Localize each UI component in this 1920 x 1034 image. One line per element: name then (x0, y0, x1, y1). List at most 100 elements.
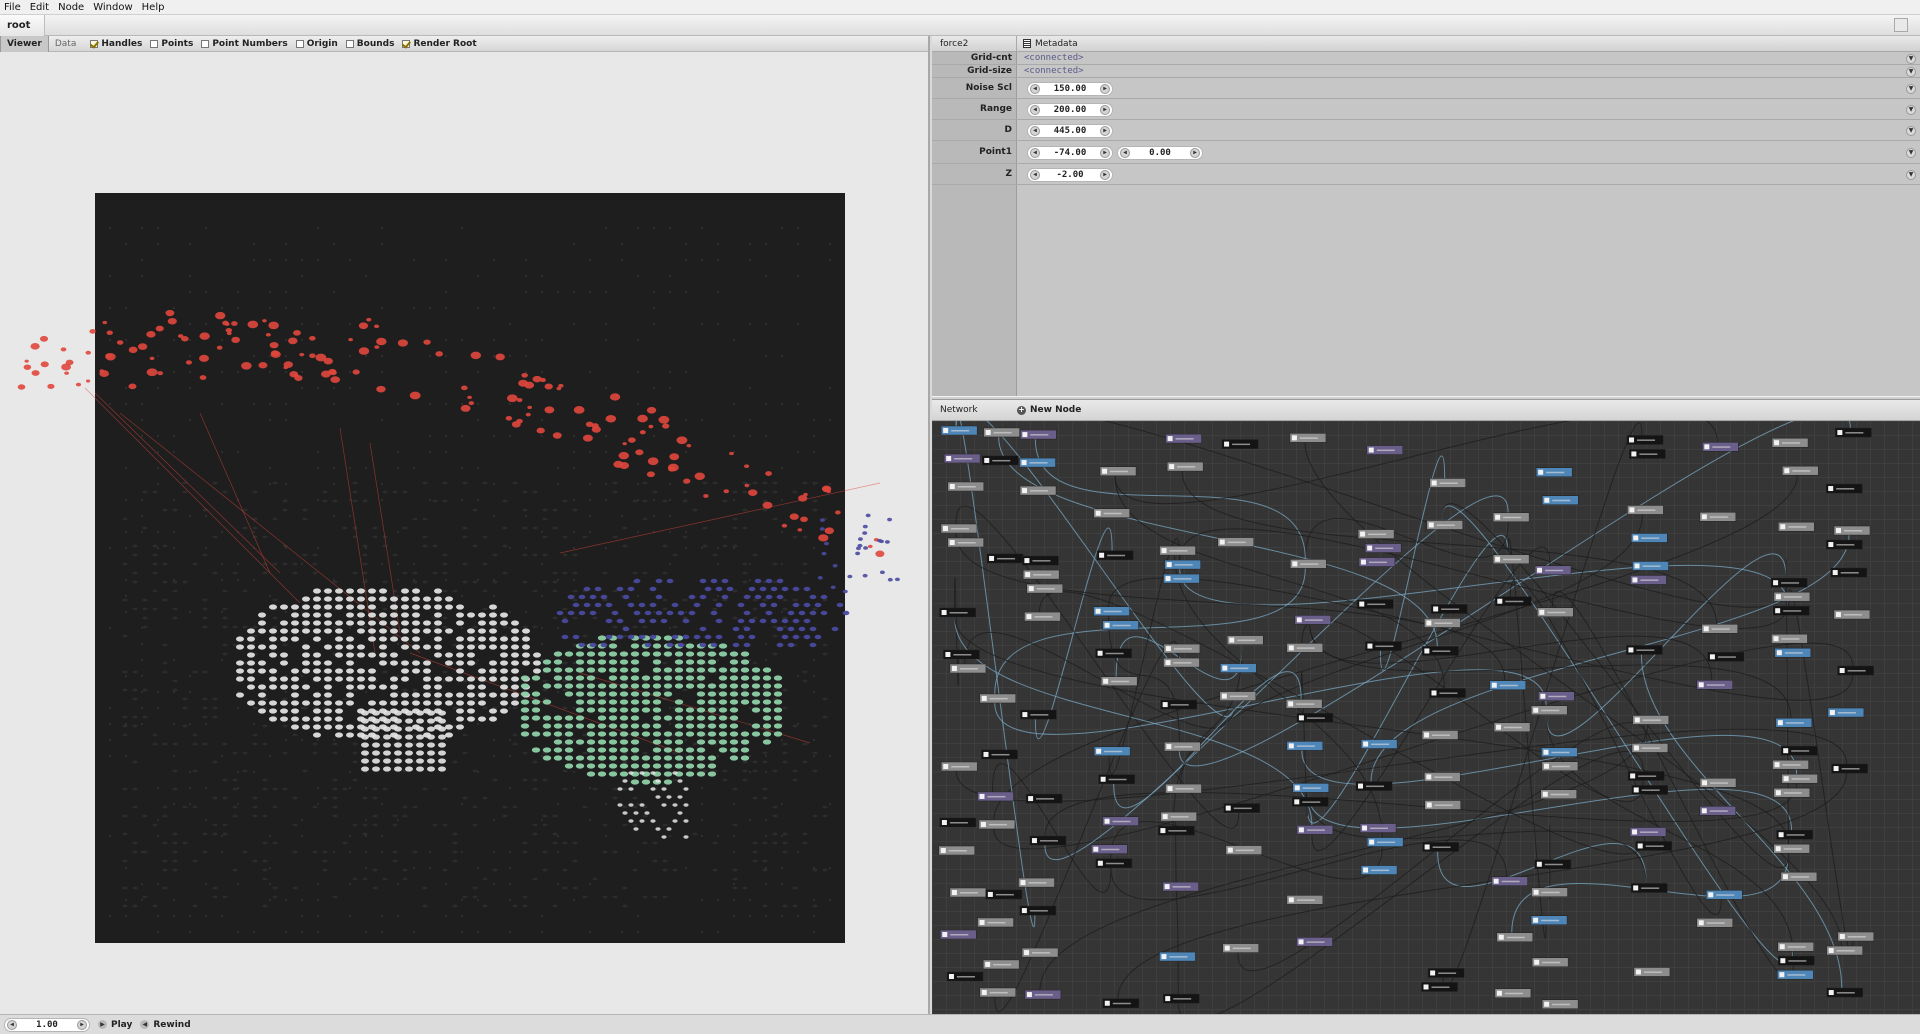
address-bar-options-icon[interactable] (1894, 18, 1908, 32)
param-value-spinner[interactable]: ◀ -2.00 ▶ (1027, 167, 1113, 182)
network-node[interactable] (1424, 800, 1461, 810)
decrement-icon[interactable]: ◀ (1030, 169, 1040, 180)
menu-node[interactable]: Node (54, 2, 89, 13)
network-node[interactable] (1095, 648, 1132, 658)
decrement-icon[interactable]: ◀ (1030, 147, 1040, 158)
network-node[interactable] (1630, 883, 1668, 893)
toggle-points[interactable]: Points (150, 39, 193, 49)
network-node[interactable] (985, 889, 1023, 900)
network-node[interactable] (1626, 435, 1664, 445)
network-node[interactable] (1360, 865, 1398, 875)
network-node[interactable] (1493, 722, 1531, 732)
network-node[interactable] (1292, 797, 1329, 807)
network-node[interactable] (1631, 785, 1668, 795)
network-node[interactable] (1358, 557, 1396, 567)
network-node[interactable] (1530, 915, 1568, 925)
network-node[interactable] (1541, 747, 1578, 757)
network-node[interactable] (1772, 759, 1809, 770)
expand-chevron-icon[interactable]: ▼ (1906, 104, 1916, 115)
increment-icon[interactable]: ▶ (1100, 169, 1110, 180)
toggle-handles[interactable]: Handles (90, 39, 142, 49)
network-node[interactable] (938, 845, 976, 856)
network-node[interactable] (1165, 433, 1202, 444)
network-node[interactable] (1296, 825, 1334, 835)
network-node[interactable] (1706, 890, 1743, 900)
network-node[interactable] (1100, 676, 1138, 686)
network-node[interactable] (947, 537, 984, 548)
network-node[interactable] (1699, 512, 1737, 522)
network-node[interactable] (1227, 635, 1264, 645)
param-value[interactable]: -2.00 (1040, 170, 1100, 180)
increment-icon[interactable]: ▶ (1100, 104, 1110, 115)
network-node[interactable] (946, 971, 984, 982)
network-node[interactable] (1542, 495, 1579, 505)
tab-viewer[interactable]: Viewer (0, 35, 49, 52)
network-nodes[interactable] (938, 425, 1875, 1009)
network-node[interactable] (1286, 643, 1324, 653)
frame-increment-icon[interactable]: ▶ (77, 1019, 87, 1030)
decrement-icon[interactable]: ◀ (1030, 104, 1040, 115)
network-node[interactable] (1292, 783, 1330, 793)
network-node[interactable] (1777, 941, 1814, 952)
network-node[interactable] (1424, 618, 1461, 628)
network-node[interactable] (1294, 615, 1332, 625)
network-node[interactable] (1627, 505, 1664, 515)
network-node[interactable] (1707, 652, 1745, 662)
param-value-spinner[interactable]: ◀ 150.00 ▶ (1027, 81, 1113, 96)
network-canvas[interactable] (932, 421, 1920, 1014)
network-node[interactable] (1219, 691, 1257, 701)
param-value-spinner[interactable]: ◀ -74.00 ▶ (1027, 145, 1113, 160)
param-value[interactable]: -74.00 (1040, 148, 1100, 158)
network-node[interactable] (1702, 442, 1739, 452)
network-node[interactable] (1422, 842, 1459, 852)
network-node[interactable] (1166, 461, 1204, 472)
param-value[interactable]: 200.00 (1040, 105, 1100, 115)
tab-data[interactable]: Data (49, 36, 83, 52)
network-node[interactable] (939, 607, 976, 618)
network-node[interactable] (1631, 743, 1669, 753)
network-node[interactable] (1018, 877, 1055, 888)
network-node[interactable] (982, 959, 1020, 970)
checkbox-icon[interactable] (295, 39, 304, 48)
expand-chevron-icon[interactable]: ▼ (1906, 66, 1916, 77)
param-value[interactable]: 445.00 (1040, 126, 1100, 136)
network-node[interactable] (1627, 771, 1665, 781)
param-value-spinner[interactable]: ◀ 445.00 ▶ (1027, 123, 1113, 138)
param-value[interactable]: 0.00 (1130, 148, 1190, 158)
network-node[interactable] (1093, 508, 1130, 518)
network-node[interactable] (1534, 859, 1572, 869)
network-node[interactable] (1782, 465, 1819, 476)
increment-icon[interactable]: ▶ (1100, 125, 1110, 136)
network-node[interactable] (1223, 803, 1260, 813)
network-node[interactable] (1775, 717, 1813, 728)
network-node[interactable] (949, 887, 987, 898)
network-node[interactable] (981, 749, 1018, 760)
network-node[interactable] (1360, 739, 1398, 749)
network-node[interactable] (1831, 763, 1868, 774)
network-node[interactable] (1159, 545, 1196, 556)
network-node[interactable] (1770, 577, 1808, 588)
frame-spinner[interactable]: ◀ 1.00 ▶ (4, 1017, 90, 1032)
network-node[interactable] (1629, 827, 1667, 837)
play-button[interactable]: ▶ Play (98, 1020, 132, 1030)
network-node[interactable] (1421, 730, 1459, 740)
increment-icon[interactable]: ▶ (1190, 147, 1200, 158)
network-node[interactable] (1534, 565, 1572, 575)
network-node[interactable] (1489, 680, 1527, 690)
network-node[interactable] (1701, 624, 1738, 634)
network-node[interactable] (1421, 982, 1458, 992)
toggle-bounds[interactable]: Bounds (345, 39, 394, 49)
network-node[interactable] (986, 553, 1024, 564)
rewind-button[interactable]: ◀ Rewind (140, 1020, 191, 1030)
frame-decrement-icon[interactable]: ◀ (7, 1019, 17, 1030)
network-node[interactable] (1492, 554, 1530, 564)
network-node[interactable] (1772, 605, 1810, 616)
network-node[interactable] (1160, 699, 1197, 710)
network-node[interactable] (1778, 521, 1815, 532)
network-node[interactable] (1626, 645, 1663, 655)
network-node[interactable] (1827, 707, 1865, 718)
network-node[interactable] (1357, 529, 1395, 539)
network-node[interactable] (1359, 823, 1397, 833)
network-node[interactable] (1633, 967, 1671, 977)
network-node[interactable] (1020, 429, 1057, 440)
